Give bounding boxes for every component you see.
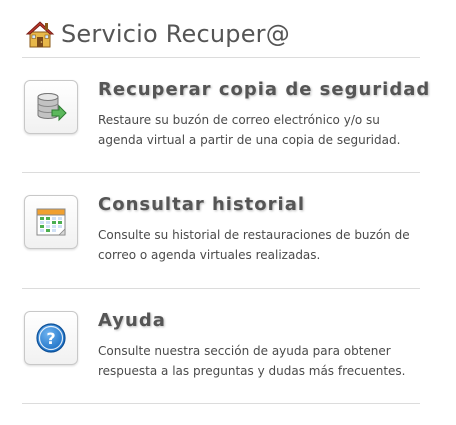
- help-icon-button[interactable]: ?: [24, 311, 78, 365]
- history-icon-button[interactable]: [24, 195, 78, 249]
- restore-backup-option[interactable]: Recuperar copia de seguridad Restaure su…: [24, 78, 429, 178]
- home-icon: [25, 21, 55, 48]
- svg-text:?: ?: [46, 329, 55, 348]
- history-description: Consulte su historial de restauraciones …: [98, 228, 410, 262]
- restore-backup-icon-button[interactable]: [24, 80, 78, 134]
- divider: [22, 57, 420, 58]
- calendar-icon: [36, 208, 66, 236]
- database-restore-icon: [37, 93, 67, 122]
- help-description: Consulte nuestra sección de ayuda para o…: [98, 344, 406, 378]
- restore-backup-title[interactable]: Recuperar copia de seguridad: [98, 78, 430, 102]
- restore-backup-description: Restaure su buzón de correo electrónico …: [98, 113, 401, 147]
- page: Servicio Recuper@ Recuperar copia de seg…: [0, 0, 456, 425]
- help-title[interactable]: Ayuda: [98, 309, 166, 333]
- history-title[interactable]: Consultar historial: [98, 193, 305, 217]
- help-option[interactable]: ? Ayuda Consulte nuestra sección de ayud…: [24, 309, 424, 409]
- history-option[interactable]: Consultar historial Consulte su historia…: [24, 193, 424, 293]
- header: Servicio Recuper@: [25, 18, 290, 50]
- help-icon: ?: [36, 323, 66, 353]
- divider: [22, 172, 420, 173]
- app-title: Servicio Recuper@: [61, 20, 290, 48]
- divider: [22, 288, 420, 289]
- divider: [22, 403, 420, 404]
